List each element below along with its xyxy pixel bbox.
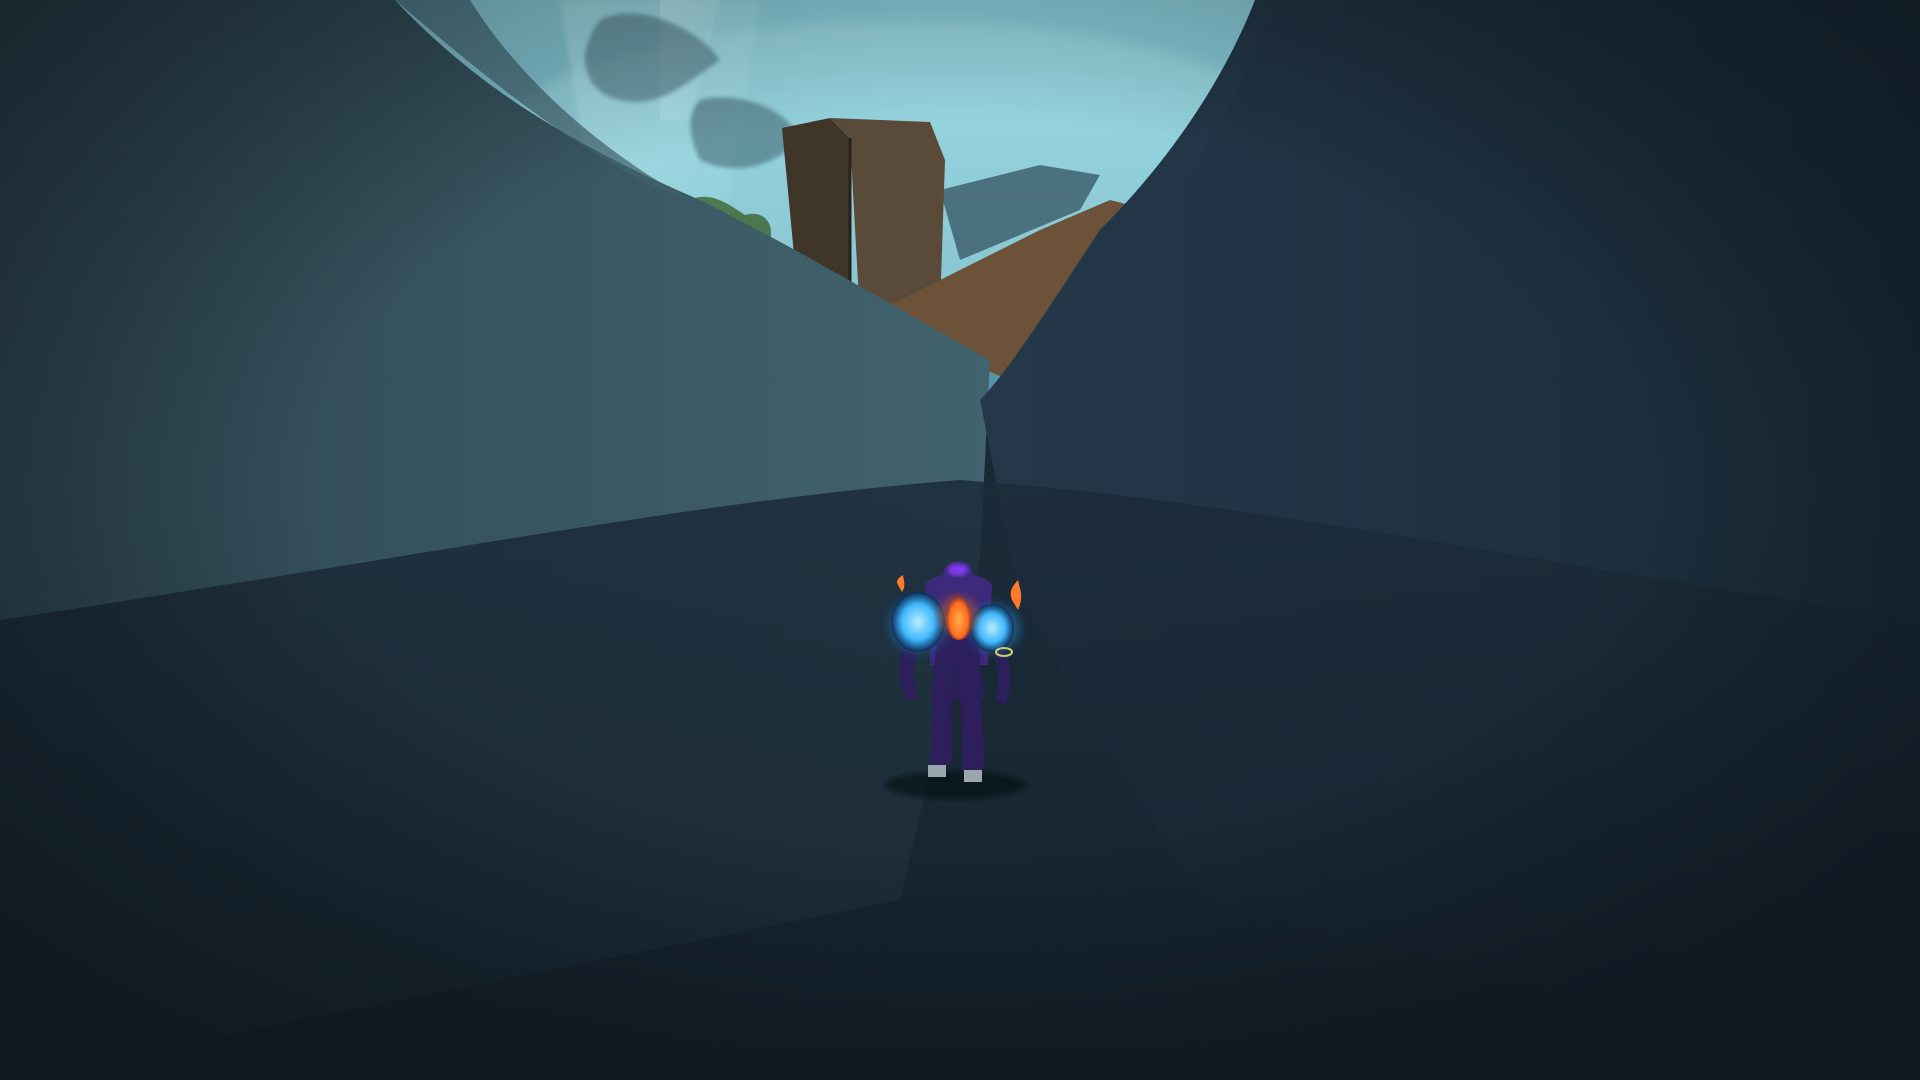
game-viewport[interactable] xyxy=(0,0,1920,1080)
game-scene xyxy=(0,0,1920,1080)
vignette xyxy=(0,0,1920,1080)
